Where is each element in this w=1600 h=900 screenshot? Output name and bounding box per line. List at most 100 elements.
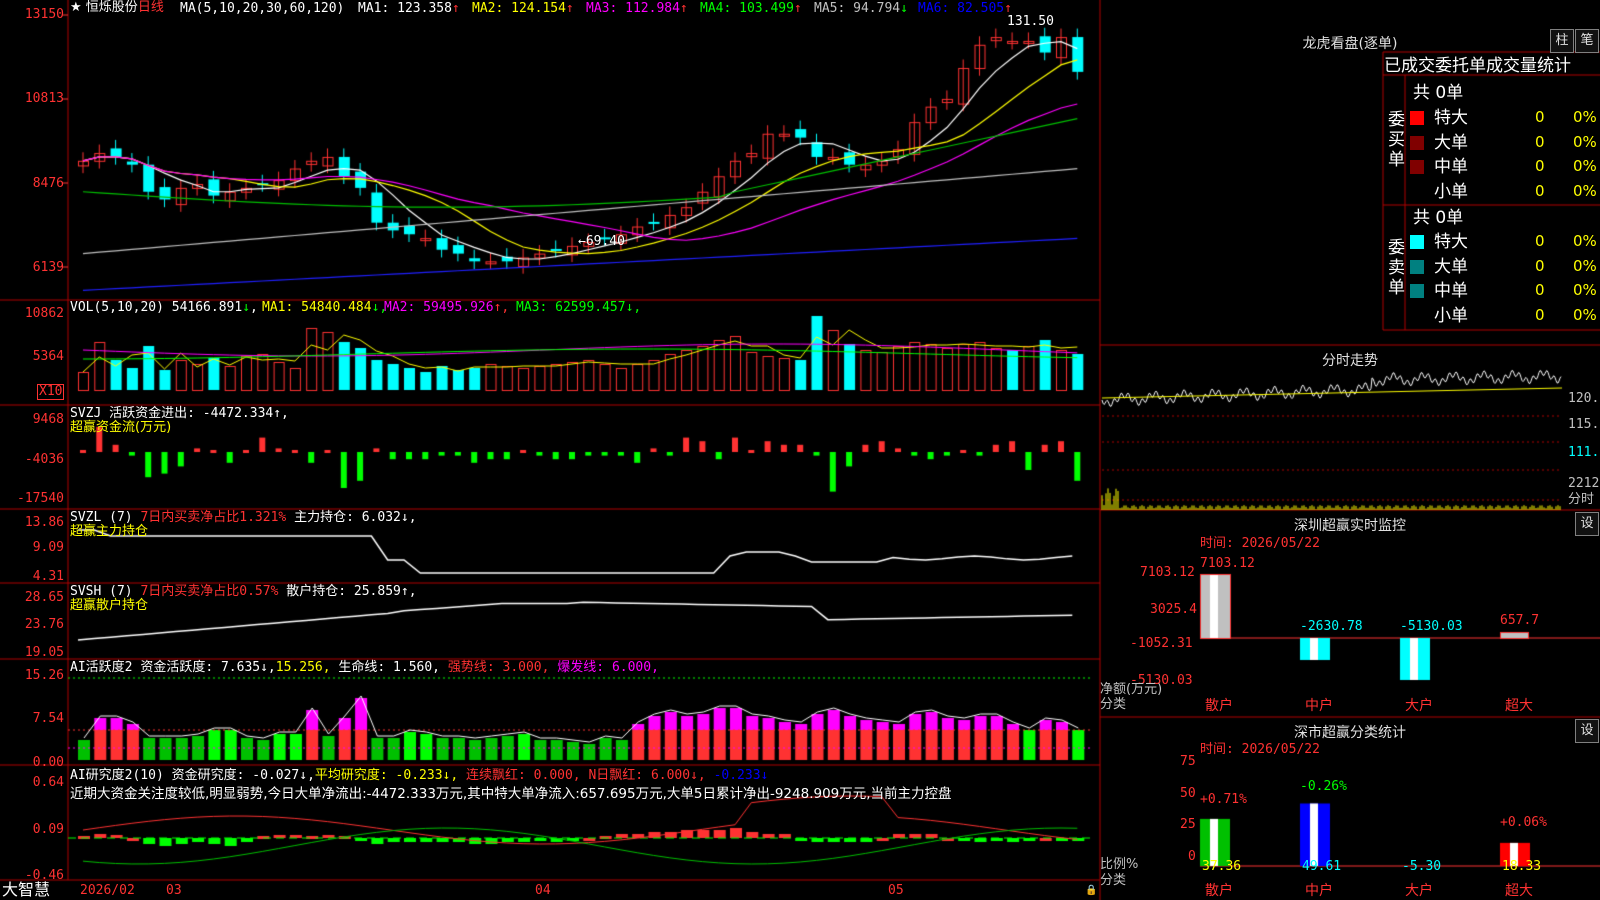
sz-classify-settings-button[interactable]: 设 [1575, 719, 1599, 743]
bar-mode-button[interactable]: 柱 [1550, 29, 1574, 53]
svzl-header: SVZL (7) 7日内买卖净占比1.321% 主力持仓: 6.032↓, [70, 511, 417, 525]
sz-classify-time: 时间: 2026/05/22 [1200, 742, 1320, 757]
sell-row-name: 小单 [1434, 305, 1468, 326]
svsh-hold: 散户持仓: 25.859↑, [286, 584, 417, 599]
ai-research-comment: 近期大资金关注度较低,明显弱势,今日大单净流出:-4472.333万元,其中特大… [70, 786, 952, 802]
sell-order-label: 委卖单 [1388, 238, 1405, 298]
svzj-header: SVZJ 活跃资金进出: -4472.334↑, [70, 407, 289, 421]
ai-research-tick: 0.09 [32, 822, 64, 837]
ai-research-t5: -0.233↓ [713, 768, 769, 783]
sz-monitor-settings-button[interactable]: 设 [1575, 512, 1599, 536]
svzl-pct: 7日内买卖净占比1.321% [140, 510, 287, 525]
sz-monitor-value: -5130.03 [1400, 619, 1463, 634]
ma-item-2: MA2: 124.154↑ [472, 1, 574, 16]
sz-monitor-value: 7103.12 [1200, 556, 1255, 571]
intraday-vol-tick: 2212 [1568, 476, 1600, 491]
low-price-label: ←69.40 [578, 234, 625, 249]
sz-monitor-category: 大户 [1405, 698, 1433, 714]
sell-row-pct: 0% [1573, 232, 1597, 250]
buy-row-count: 0 [1535, 157, 1545, 175]
svzj-name: SVZJ [70, 406, 102, 421]
ai2-value2: 15.256, [275, 660, 331, 675]
buy-row-name: 小单 [1434, 181, 1468, 202]
ma-arrow-3: ↑ [679, 1, 688, 16]
ma-item-4: MA4: 103.499↑ [700, 1, 802, 16]
high-price-label: 131.50 [1007, 14, 1054, 29]
ai-research-t4: N日飘红: 6.000↓, [588, 768, 706, 783]
ai-research-t1: 资金研究度: -0.027↓, [171, 768, 315, 783]
sz-monitor-value: 657.7 [1500, 613, 1540, 628]
lhb-tab-3[interactable]: 成交量 [1486, 56, 1537, 76]
ma-params: MA(5,10,20,30,60,120) [180, 1, 345, 16]
lhb-tab-2[interactable]: 委托单 [1435, 56, 1486, 76]
date-label-feb: 2026/02 [80, 883, 135, 898]
buy-row-pct: 0% [1573, 157, 1597, 175]
svsh-sub: 超赢散户持仓 [70, 598, 149, 613]
sz-classify-change: -0.26% [1300, 779, 1347, 794]
sz-classify-tick-2: 25 [1180, 817, 1196, 832]
sz-classify-category: 中户 [1305, 883, 1333, 899]
svsh-header: SVSH (7) 7日内买卖净占比0.57% 散户持仓: 25.859↑, [70, 585, 417, 599]
brand-label: 大智慧 [2, 880, 51, 899]
stock-name: 恒烁股份 [85, 0, 138, 15]
ai2-burst: 爆发线: 6.000, [557, 660, 659, 675]
price-tick: 6139 [32, 260, 64, 275]
pen-mode-button[interactable]: 笔 [1575, 29, 1599, 53]
sz-classify-category: 散户 [1205, 883, 1233, 899]
svzj-text: 活跃资金进出: -4472.334↑, [109, 406, 289, 421]
sell-row-name: 特大 [1434, 232, 1468, 252]
intraday-title: 分时走势 [1322, 353, 1378, 369]
svsh-name: SVSH (7) [70, 584, 133, 599]
sell-row-swatch [1410, 259, 1424, 274]
buy-order-label: 委买单 [1388, 110, 1405, 170]
stock-title: ★ 恒烁股份日线 [70, 0, 164, 15]
ai2-strong: 强势线: 3.000, [447, 660, 550, 675]
ai-research-t3: 连续飘红: 0.000, [466, 768, 581, 783]
svsh-pct: 7日内买卖净占比0.57% [140, 584, 279, 599]
ai2-activity: 资金活跃度: 7.635↓, [140, 660, 276, 675]
svsh-tick: 23.76 [24, 617, 64, 632]
vol-arrow: ↓ [242, 300, 251, 315]
vol-value: 54166.891 [171, 300, 243, 315]
lock-icon[interactable]: 🔒 [1085, 884, 1097, 898]
vol-params: VOL(5,10,20) [70, 300, 164, 315]
sz-classify-tick-3: 0 [1188, 849, 1196, 864]
svzj-tick: -4036 [24, 452, 64, 467]
date-label-apr: 04 [535, 883, 551, 898]
lhb-tab-1[interactable]: 已成交 [1384, 56, 1435, 76]
ai2-tick: 7.54 [32, 711, 64, 726]
intraday-vol-unit: 分时 [1568, 492, 1595, 507]
svsh-tick: 28.65 [24, 590, 64, 605]
sz-monitor-time: 时间: 2026/05/22 [1200, 536, 1320, 551]
sz-monitor-tick-1: 3025.4 [1150, 602, 1197, 617]
vol-ma-arrow-3: ↓, [625, 300, 642, 315]
ai-research-tick: 0.64 [32, 775, 64, 790]
svzj-tick: 9468 [32, 412, 64, 427]
intraday-tick-3: 111.2 [1568, 445, 1600, 460]
vol-ma-arrow-2: ↑, [493, 300, 510, 315]
sz-monitor-xlabel: 分类 [1100, 697, 1127, 712]
sell-row-count: 0 [1535, 256, 1545, 275]
sz-classify-change: +0.06% [1500, 815, 1547, 830]
ma-arrow-2: ↑ [565, 1, 574, 16]
chart-canvas[interactable] [0, 0, 1600, 900]
lhb-tab-4[interactable]: 统计 [1537, 56, 1571, 76]
svzj-tick: -17540 [17, 491, 64, 506]
ma-arrow-4: ↑ [793, 1, 802, 16]
buy-row-count: 0 [1535, 108, 1545, 126]
vol-ma-item-1: MA1: 54840.484↓, [262, 300, 388, 315]
svzl-sub: 超赢主力持仓 [70, 524, 149, 539]
buy-row-name: 大单 [1434, 132, 1468, 153]
period-label: 日线 [137, 0, 164, 15]
ma-item-1: MA1: 123.358↑ [358, 1, 460, 16]
sz-monitor-tick-2: -1052.31 [1130, 636, 1193, 651]
sell-row-name: 大单 [1434, 256, 1468, 277]
buy-row-swatch [1410, 135, 1424, 150]
buy-row-pct: 0% [1573, 108, 1597, 126]
sz-classify-xlabel: 分类 [1100, 873, 1127, 888]
vol-tick: 10862 [24, 306, 64, 321]
sz-classify-ylabel: 比例% [1100, 857, 1139, 872]
sz-monitor-tick-0: 7103.12 [1140, 565, 1195, 580]
sz-monitor-category: 中户 [1305, 698, 1333, 714]
ai2-tick: 0.00 [32, 755, 64, 770]
